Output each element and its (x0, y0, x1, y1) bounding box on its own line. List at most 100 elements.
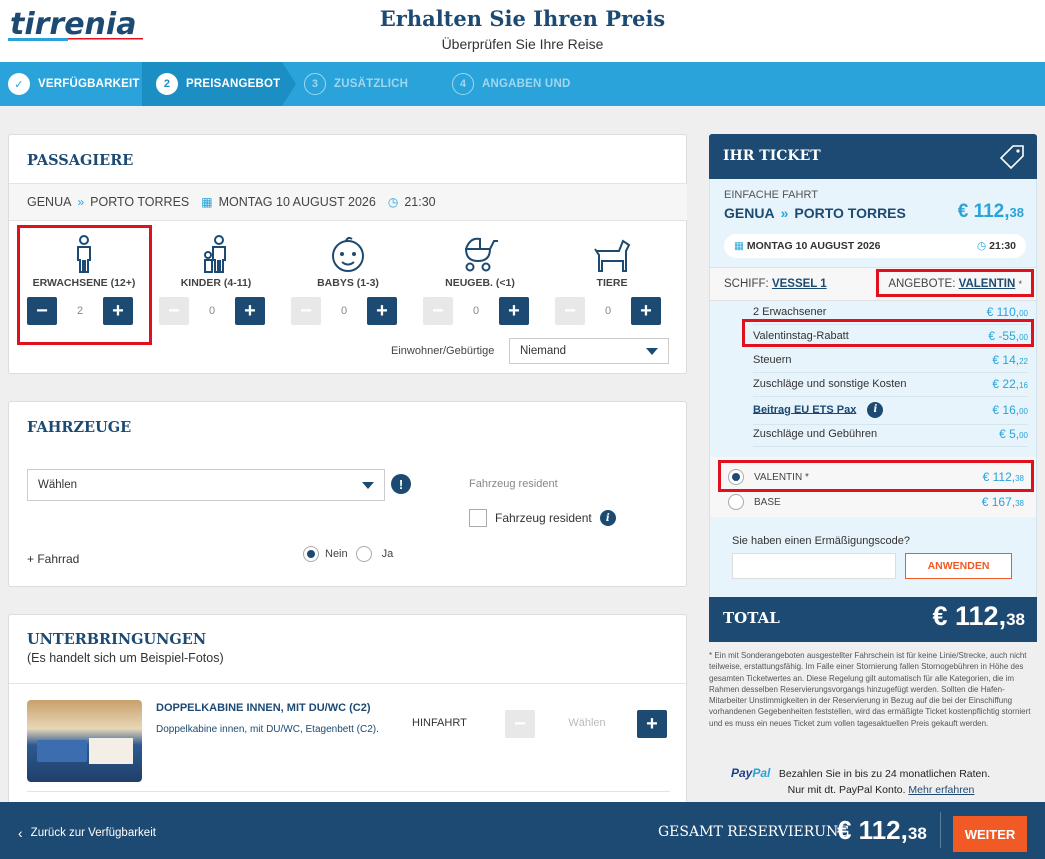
paypal-brand-a: Pay (731, 766, 753, 780)
passengers-card: PASSAGIERE GENUA » PORTO TORRES ▦ MONTAG… (8, 134, 687, 374)
vehicle-resident-checkbox[interactable] (469, 509, 487, 527)
calendar-icon: ▦ (734, 240, 747, 252)
ticket-tag-icon (999, 145, 1024, 170)
cabin-select[interactable]: Wählen (549, 717, 625, 729)
vehicles-card: FAHRZEUGE Wählen ! Fahrzeug resident Fah… (8, 401, 687, 587)
paypal-line2: Nur mit dt. PayPal Konto. Mehr erfahren (731, 784, 1031, 796)
chevron-down-icon (362, 482, 374, 489)
baby-count[interactable]: 0 (321, 305, 367, 317)
minus-button[interactable]: − (291, 297, 321, 325)
minus-button[interactable]: − (423, 297, 453, 325)
pax-pets: TIERE (552, 235, 672, 289)
fare-label: BASE (754, 496, 781, 508)
route-info: GENUA » PORTO TORRES ▦ MONTAG 10 AUGUST … (9, 183, 687, 221)
clock-icon: ◷ (977, 240, 990, 252)
baby-stepper: − 0 + (291, 297, 397, 325)
line-amount: € 16, (992, 402, 1020, 417)
line-label: Zuschläge und sonstige Kosten (753, 377, 907, 390)
cabin-minus-button[interactable]: − (505, 710, 535, 738)
chevron-left-icon: ‹ (18, 825, 23, 841)
calendar-icon: ▦ (201, 195, 213, 209)
ship-label: SCHIFF: (724, 278, 769, 290)
step-label: ZUSÄTZLICH (334, 78, 409, 90)
plus-button[interactable]: + (631, 297, 661, 325)
line-label: 2 Erwachsener (753, 305, 827, 318)
page-title: Erhalten Sie Ihren Preis (379, 6, 666, 31)
highlight-box (17, 225, 152, 345)
plus-button[interactable]: + (367, 297, 397, 325)
line-cents: 16 (1019, 380, 1028, 390)
alert-icon[interactable]: ! (391, 474, 411, 494)
passengers-title: PASSAGIERE (27, 152, 134, 169)
radio-yes-label: Ja (381, 548, 394, 560)
add-bicycle-link[interactable]: + Fahrrad (27, 552, 79, 566)
ticket-route: GENUA » PORTO TORRES (724, 205, 906, 221)
cabin-description: Doppelkabine innen, mit DU/WC, Etagenbet… (156, 724, 379, 735)
vehicle-select-value: Wählen (38, 479, 77, 491)
fare-radio[interactable] (728, 494, 744, 510)
paypal-brand-b: Pal (752, 766, 771, 780)
stroller-icon (464, 237, 498, 272)
highlight-box (718, 460, 1034, 492)
line-label: Zuschläge und Gebühren (753, 427, 878, 440)
paypal-note: Nur mit dt. PayPal Konto. (787, 784, 906, 796)
ticket-price-cents: 38 (1009, 205, 1024, 220)
vehicle-resident-row: Fahrzeug resident i (469, 509, 616, 527)
fare-amount: € 167,38 (982, 495, 1024, 509)
back-link[interactable]: ‹ Zurück zur Verfügbarkeit (18, 825, 156, 841)
ship-name-link[interactable]: VESSEL 1 (772, 278, 827, 290)
newborn-stepper: − 0 + (423, 297, 529, 325)
minus-button[interactable]: − (159, 297, 189, 325)
total-amount: € 112,38 (933, 601, 1026, 632)
plus-button[interactable]: + (235, 297, 265, 325)
pax-label: NEUGEB. (<1) (445, 277, 515, 289)
divider (9, 683, 688, 684)
cabin-direction: HINFAHRT (412, 717, 467, 729)
cabin-photo[interactable] (27, 700, 142, 782)
total-main: € 112, (932, 601, 1007, 631)
plus-button[interactable]: + (499, 297, 529, 325)
minus-button[interactable]: − (555, 297, 585, 325)
discount-code-input[interactable] (732, 553, 896, 579)
ticket-from: GENUA (724, 205, 775, 221)
line-cents: 00 (1019, 406, 1028, 416)
child-count[interactable]: 0 (189, 305, 235, 317)
resident-select[interactable]: Niemand (509, 338, 669, 364)
pets-count[interactable]: 0 (585, 305, 631, 317)
child-icon (204, 235, 226, 273)
radio-no[interactable] (303, 546, 319, 562)
step-details[interactable]: 4 ANGABEN UND (452, 62, 570, 106)
ship-info: SCHIFF: VESSEL 1 (724, 278, 827, 290)
ticket-time: 21:30 (989, 240, 1016, 252)
fare-amount-cents: 38 (1015, 499, 1024, 508)
apply-button[interactable]: ANWENDEN (905, 553, 1012, 579)
cabin-plus-button[interactable]: + (637, 710, 667, 738)
ets-link[interactable]: Beitrag EU ETS Pax (753, 403, 856, 415)
info-icon[interactable]: i (867, 401, 884, 418)
paypal-learn-more-link[interactable]: Mehr erfahren (908, 784, 974, 796)
step-number: 4 (452, 73, 474, 95)
step-availability[interactable]: ✓ VERFÜGBARKEIT (8, 62, 140, 106)
price-line: Zuschläge und sonstige Kosten € 22,16 (753, 371, 1028, 397)
ticket-title: IHR TICKET (723, 148, 821, 164)
step-price-offer[interactable]: 2 PREISANGEBOT (142, 62, 282, 106)
route-date: MONTAG 10 AUGUST 2026 (218, 195, 376, 209)
radio-yes[interactable] (355, 546, 372, 562)
info-icon[interactable]: i (599, 510, 616, 526)
vehicle-resident-heading: Fahrzeug resident (469, 478, 558, 490)
bicycle-radio-group: Nein Ja (303, 546, 393, 562)
accommodation-card: UNTERBRINGUNGEN (Es handelt sich um Beis… (8, 614, 688, 814)
route-time: 21:30 (404, 195, 436, 209)
line-amount: € 110, (986, 304, 1020, 319)
line-cents: 00 (1019, 430, 1028, 440)
chevron-down-icon (646, 348, 658, 355)
next-button[interactable]: WEITER (953, 816, 1027, 852)
step-number: 3 (304, 73, 326, 95)
newborn-count[interactable]: 0 (453, 305, 499, 317)
vehicle-resident-label: Fahrzeug resident (495, 511, 592, 525)
accommodation-title: UNTERBRINGUNGEN (27, 631, 207, 648)
footer-total-amount: € 112,38 (837, 815, 927, 846)
step-additional[interactable]: 3 ZUSÄTZLICH (304, 62, 408, 106)
vehicle-select[interactable]: Wählen (27, 469, 385, 501)
fare-option-base[interactable]: BASE (728, 494, 781, 510)
